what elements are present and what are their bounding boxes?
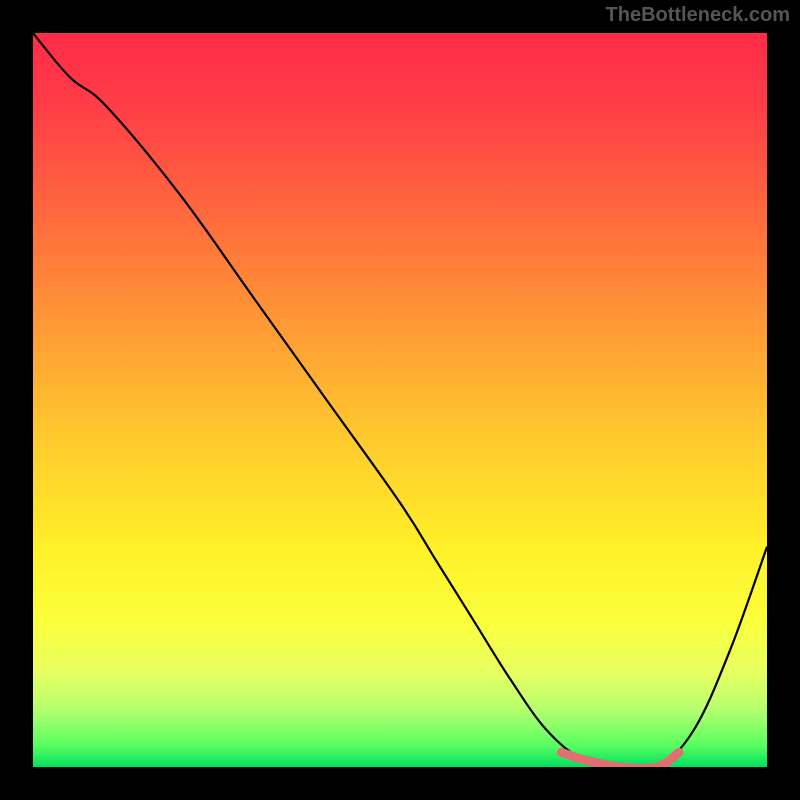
attribution-text: TheBottleneck.com — [606, 4, 790, 27]
highlight-region — [561, 752, 678, 767]
bottleneck-curve-svg — [33, 33, 767, 767]
bottleneck-curve — [33, 33, 767, 767]
chart-plot-area — [33, 33, 767, 767]
